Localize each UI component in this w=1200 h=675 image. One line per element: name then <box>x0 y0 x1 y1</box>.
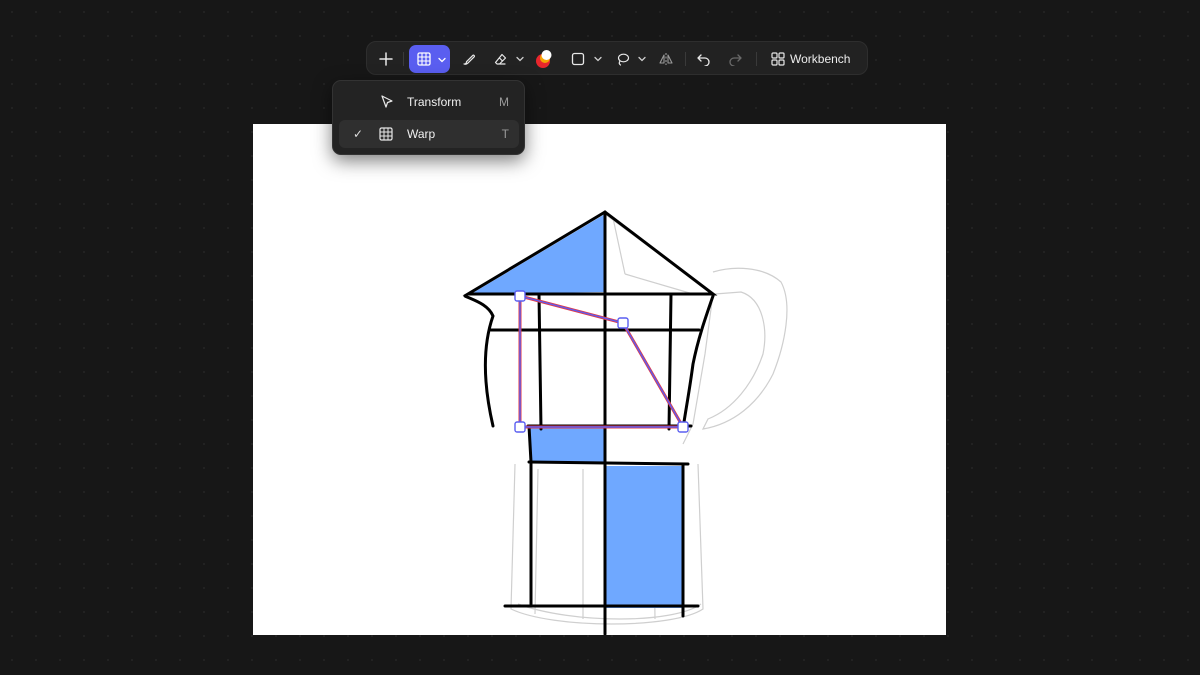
grid-icon <box>379 127 393 141</box>
transform-mode-menu: Transform M ✓ Warp T <box>332 80 525 155</box>
checkmark-icon: ✓ <box>353 127 364 141</box>
warp-handle-bottom-left[interactable] <box>514 421 526 433</box>
color-picker-button[interactable] <box>531 46 557 72</box>
menu-item-label: Warp <box>407 127 436 141</box>
shape-options-chevron[interactable] <box>591 46 605 72</box>
artwork[interactable] <box>253 124 946 636</box>
drawing-canvas[interactable] <box>253 124 946 636</box>
workbench-icon <box>771 52 785 66</box>
menu-item-shortcut: M <box>499 95 509 109</box>
undo-icon <box>696 54 710 66</box>
lasso-icon <box>617 53 629 66</box>
menu-item-label: Transform <box>407 95 462 109</box>
warp-tool-button[interactable] <box>409 45 450 73</box>
toolbar-divider <box>403 52 404 66</box>
add-button[interactable] <box>373 46 399 72</box>
menu-item-transform[interactable]: Transform M <box>339 88 519 116</box>
redo-icon <box>728 54 742 66</box>
square-icon <box>571 52 585 66</box>
collar-left-fill <box>529 427 605 462</box>
toolbar-divider <box>685 52 686 66</box>
menu-item-warp[interactable]: ✓ Warp T <box>339 120 519 148</box>
flip-button[interactable] <box>653 46 679 72</box>
grid-icon <box>417 52 431 66</box>
color-swatch-icon <box>536 50 552 68</box>
plus-icon <box>379 52 393 66</box>
redo-button[interactable] <box>722 46 748 72</box>
chevron-down-icon <box>638 56 646 62</box>
toolbar-divider <box>756 52 757 66</box>
warp-outline <box>518 294 686 429</box>
warp-handle-bottom-right[interactable] <box>677 421 689 433</box>
brush-icon <box>462 54 475 65</box>
shape-tool-button[interactable] <box>565 46 591 72</box>
chevron-down-icon <box>516 56 524 62</box>
eraser-tool-button[interactable] <box>487 46 513 72</box>
chevron-down-icon <box>594 56 602 62</box>
base-right-fill <box>606 466 683 608</box>
workbench-label: Workbench <box>790 52 851 66</box>
top-toolbar: Workbench <box>366 41 868 75</box>
warp-handle-top-right[interactable] <box>617 317 629 329</box>
lasso-options-chevron[interactable] <box>635 46 649 72</box>
flip-icon <box>659 53 673 65</box>
brush-tool-button[interactable] <box>455 46 481 72</box>
lasso-tool-button[interactable] <box>609 46 635 72</box>
undo-button[interactable] <box>690 46 716 72</box>
eraser-icon <box>494 53 506 65</box>
chevron-down-icon[interactable] <box>438 57 446 63</box>
warp-handle-top-left[interactable] <box>514 290 526 302</box>
menu-item-shortcut: T <box>501 127 509 141</box>
workbench-button[interactable]: Workbench <box>771 46 855 72</box>
roof-left-fill <box>471 214 605 294</box>
eraser-options-chevron[interactable] <box>513 46 527 72</box>
cursor-arrow-icon <box>381 95 393 108</box>
